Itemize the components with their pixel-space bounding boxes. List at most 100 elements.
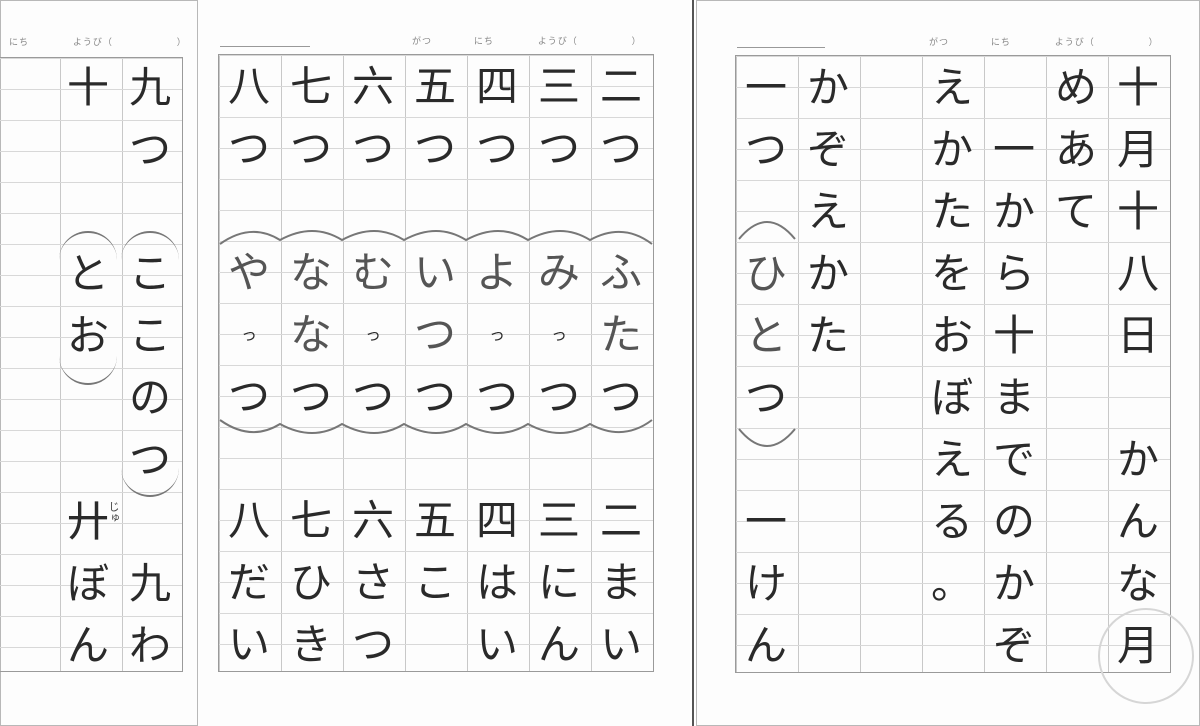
cell: 三 (537, 496, 580, 545)
left-header-close: ） (176, 38, 187, 48)
date-underline (737, 47, 825, 48)
cell: え (930, 63, 973, 112)
cell: 月 (1116, 125, 1159, 174)
notebook-binding (692, 0, 694, 726)
cell: の (992, 497, 1035, 546)
cell: つ (413, 310, 456, 359)
cell (1107, 367, 1169, 429)
cell: 四 (475, 62, 518, 111)
cell: つ (537, 124, 580, 173)
cell: っ (364, 325, 381, 344)
cell: 一 (992, 125, 1035, 174)
cell: 九 (128, 63, 171, 112)
cell: え (806, 187, 849, 236)
right-column-meate: め あ て (1045, 57, 1107, 677)
left-header-nichi: にち (9, 38, 30, 48)
cell: ぼ (930, 373, 973, 422)
cell: っ (240, 325, 257, 344)
right-header-youbi: ようび（ (1054, 38, 1095, 48)
cell: 八 (227, 496, 270, 545)
cell: 九 (128, 559, 171, 608)
cell: 二 (599, 496, 642, 545)
cell (1045, 491, 1107, 553)
cell: 。 (930, 559, 973, 608)
cell: 六 (351, 496, 394, 545)
cell: 八 (1116, 249, 1159, 298)
cell: む (351, 248, 394, 297)
cell: 十 (992, 311, 1035, 360)
cell (859, 181, 921, 243)
reading-bracket-bottom (219, 419, 653, 434)
cell (1045, 305, 1107, 367)
grouping-bracket (738, 221, 796, 447)
cell: で (992, 435, 1035, 484)
cell: い (599, 620, 642, 669)
cell (1045, 615, 1107, 677)
cell: つ (227, 124, 270, 173)
cell (797, 429, 859, 491)
cell: ん (537, 620, 580, 669)
cell (859, 367, 921, 429)
cell: な (1116, 559, 1159, 608)
cell: か (992, 559, 1035, 608)
cell (859, 243, 921, 305)
left-header-youbi: ようび（ (72, 38, 113, 48)
cell: 八 (227, 62, 270, 111)
cell: つ (744, 125, 787, 174)
cell (859, 57, 921, 119)
cell (859, 553, 921, 615)
cell (983, 57, 1045, 119)
right-column-kazoekata: か ぞ え か た (797, 57, 859, 677)
cell: 十 (66, 63, 109, 112)
cell: い (413, 248, 456, 297)
cell (119, 491, 181, 553)
cell: ま (992, 373, 1035, 422)
cell: け (744, 559, 787, 608)
cell: か (806, 63, 849, 112)
cell: か (930, 125, 973, 174)
cell: え (930, 435, 973, 484)
cell: た (806, 311, 849, 360)
cell (859, 615, 921, 677)
cell: つ (475, 124, 518, 173)
middle-column-roku: 六 つ む っ つ 六 さ つ (342, 56, 404, 676)
faded-stamp-seal (1098, 608, 1194, 704)
right-column-date: 十 月 十 八 日 か ん な 月 (1107, 57, 1169, 677)
right-column-blank (859, 57, 921, 677)
grouping-bracket (59, 231, 117, 385)
cell: 五 (413, 62, 456, 111)
cell (57, 119, 119, 181)
ruby-annotation: じゅ (107, 501, 120, 523)
middle-header-youbi: ようび（ (537, 37, 578, 47)
cell: ぞ (806, 125, 849, 174)
cell: や (227, 248, 270, 297)
cell: っ (550, 325, 567, 344)
cell: 七 (289, 62, 332, 111)
cell: た (930, 187, 973, 236)
cell: い (227, 620, 270, 669)
cell: み (537, 248, 580, 297)
cell: つ (128, 125, 171, 174)
cell: 七 (289, 496, 332, 545)
cell: っ (488, 325, 505, 344)
cell: つ (351, 620, 394, 669)
right-header-nichi: にち (990, 38, 1011, 48)
middle-column-nana: 七 つ な な つ 七 ひ き (280, 56, 342, 676)
cell (921, 615, 983, 677)
cell: だ (227, 558, 270, 607)
cell: ら (992, 249, 1035, 298)
middle-header-close: ） (631, 37, 642, 47)
right-column-goal-1: 一 か ら 十 ま で の か ぞ (983, 57, 1045, 677)
date-underline (220, 46, 310, 47)
cell: き (289, 620, 332, 669)
cell (797, 367, 859, 429)
left-header: にち ようび（ ） (9, 35, 187, 48)
middle-column-hachi: 八 つ や っ つ 八 だ い (218, 56, 280, 676)
cell: 四 (475, 496, 518, 545)
cell: な (289, 310, 332, 359)
cell (859, 305, 921, 367)
cell: ん (66, 621, 109, 670)
cell: 十 (1116, 187, 1159, 236)
cell: よ (475, 248, 518, 297)
cell: ひ (289, 558, 332, 607)
